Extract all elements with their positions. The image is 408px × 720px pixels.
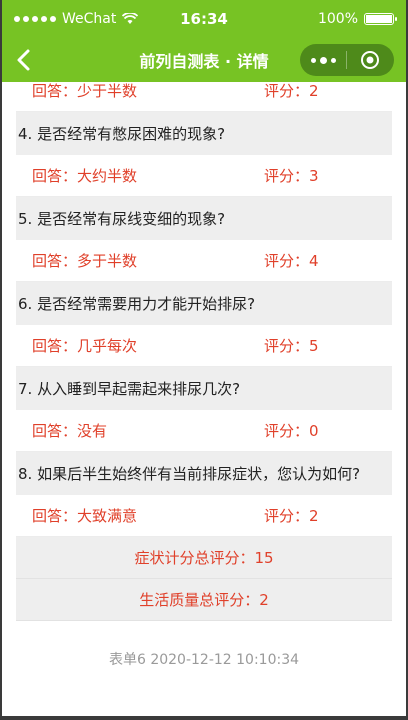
status-bar: WeChat 16:34 100%: [2, 0, 406, 38]
score-value: 3: [309, 167, 319, 185]
question-row: 7. 从入睡到早起需起来排尿几次?: [16, 367, 392, 410]
score-value: 0: [309, 422, 319, 440]
mini-program-capsule: [300, 44, 394, 76]
score-text: 评分：4: [264, 250, 319, 271]
target-close-icon: [361, 51, 379, 69]
carrier-group: WeChat: [14, 11, 139, 27]
status-time: 16:34: [180, 10, 228, 28]
score-prefix: 评分：: [264, 82, 310, 100]
answer-value: 多于半数: [77, 252, 138, 270]
more-button[interactable]: [300, 56, 346, 64]
battery-group: 100%: [317, 11, 397, 27]
signal-dots-icon: [14, 16, 56, 22]
question-row: 5. 是否经常有尿线变细的现象?: [16, 197, 392, 240]
more-dot-icon: [330, 57, 336, 63]
score-text: 评分：3: [264, 165, 319, 186]
score-prefix: 评分：: [264, 337, 310, 355]
answer-value: 大约半数: [77, 167, 138, 185]
answer-prefix: 回答：: [32, 337, 78, 355]
answer-value: 少于半数: [77, 82, 138, 100]
answer-text: 回答：没有: [32, 420, 264, 441]
answer-prefix: 回答：: [32, 167, 78, 185]
answer-prefix: 回答：: [32, 422, 78, 440]
chevron-left-icon: [17, 49, 30, 71]
question-row: 6. 是否经常需要用力才能开始排尿?: [16, 282, 392, 325]
answer-value: 没有: [77, 422, 108, 440]
answer-prefix: 回答：: [32, 507, 78, 525]
answer-value: 大致满意: [77, 507, 138, 525]
score-value: 2: [309, 82, 319, 100]
score-value: 2: [309, 507, 319, 525]
answer-value: 几乎每次: [77, 337, 138, 355]
answer-prefix: 回答：: [32, 252, 78, 270]
symptom-total-score: 症状计分总评分：15: [16, 537, 392, 579]
answer-text: 回答：少于半数: [32, 82, 264, 101]
battery-icon: [364, 13, 397, 25]
nav-bar: 前列自测表 · 详情: [2, 38, 406, 82]
answer-row: 回答：大约半数 评分：3: [16, 155, 392, 197]
score-prefix: 评分：: [264, 422, 310, 440]
score-prefix: 评分：: [264, 167, 310, 185]
score-prefix: 评分：: [264, 252, 310, 270]
quality-of-life-total-score: 生活质量总评分：2: [16, 579, 392, 621]
detail-content: 回答：少于半数 评分：2 4. 是否经常有憋尿困难的现象? 回答：大约半数 评分…: [2, 82, 406, 716]
answer-text: 回答：大致满意: [32, 505, 264, 526]
answer-row: 回答：少于半数 评分：2: [16, 82, 392, 112]
answer-prefix: 回答：: [32, 82, 78, 100]
more-dot-icon: [319, 56, 327, 64]
score-value: 5: [309, 337, 319, 355]
score-value: 4: [309, 252, 319, 270]
answer-text: 回答：几乎每次: [32, 335, 264, 356]
score-text: 评分：0: [264, 420, 319, 441]
score-prefix: 评分：: [264, 507, 310, 525]
form-timestamp: 表单6 2020-12-12 10:10:34: [108, 652, 300, 668]
answer-text: 回答：大约半数: [32, 165, 264, 186]
more-dot-icon: [310, 57, 316, 63]
answer-text: 回答：多于半数: [32, 250, 264, 271]
question-row: 4. 是否经常有憋尿困难的现象?: [16, 112, 392, 155]
back-button[interactable]: [14, 48, 34, 72]
answer-row: 回答：没有 评分：0: [16, 410, 392, 452]
score-text: 评分：2: [264, 82, 319, 101]
score-text: 评分：5: [264, 335, 319, 356]
answer-row: 回答：几乎每次 评分：5: [16, 325, 392, 367]
carrier-name: WeChat: [62, 11, 117, 27]
phone-screen: WeChat 16:34 100% 前列自测表 · 详情 回答：少于半数 评分：…: [2, 0, 406, 716]
question-row: 8. 如果后半生始终伴有当前排尿症状，您认为如何?: [16, 452, 392, 495]
answer-row: 回答：多于半数 评分：4: [16, 240, 392, 282]
close-mini-program-button[interactable]: [347, 50, 393, 70]
battery-percent: 100%: [317, 11, 358, 27]
answer-row: 回答：大致满意 评分：2: [16, 495, 392, 537]
wifi-icon: [122, 13, 139, 24]
score-text: 评分：2: [264, 505, 319, 526]
